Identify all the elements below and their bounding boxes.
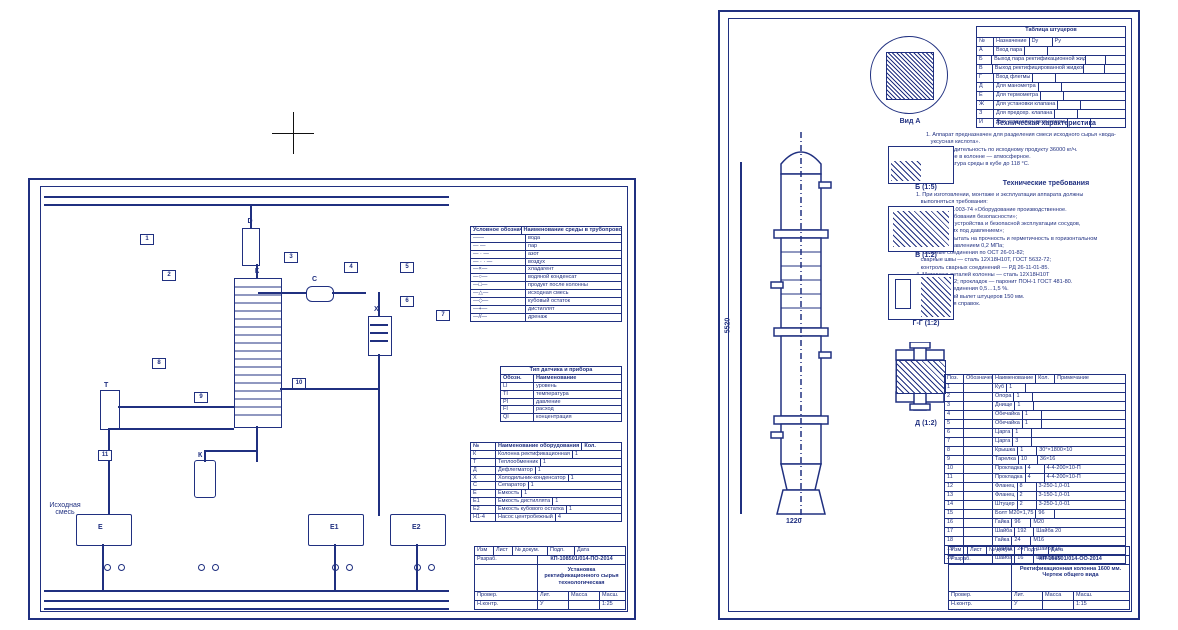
separator-c xyxy=(306,286,334,302)
e-tag: К xyxy=(198,452,202,459)
ports-table: Таблица штуцеров№НазначениеDуРуАВход пар… xyxy=(976,26,1126,128)
doc-number-b: КП-108501/014-ОО-2014 xyxy=(1012,556,1129,564)
doc-number-a: КП-108501/014-ПО-2014 xyxy=(538,556,625,564)
column-svg xyxy=(746,132,856,522)
column-elevation: 5520 1220 xyxy=(746,132,856,522)
detail-d xyxy=(888,274,954,320)
techreq-title: Технические требования xyxy=(966,180,1126,187)
dim-base: 1220 xyxy=(786,518,802,525)
loop-3: 3 xyxy=(284,252,298,263)
titleblock-b: Изм Лист № докум. Подп. Дата Разраб. КП-… xyxy=(948,546,1130,610)
e1-tag: Е1 xyxy=(330,524,339,531)
loop-8: 8 xyxy=(152,358,166,369)
titleblock-a: Изм Лист № докум. Подп. Дата Разраб. КП-… xyxy=(474,546,626,610)
viewport-cross xyxy=(272,112,314,154)
loop-9: 9 xyxy=(194,392,208,403)
loop-6: 6 xyxy=(400,296,414,307)
detail-b xyxy=(888,146,954,184)
pid-area: К D С Х Т К Е Е1 Е2 xyxy=(44,192,464,604)
dim-height: 5520 xyxy=(724,318,731,334)
loop-7: 7 xyxy=(436,310,450,321)
viewB-lbl: Б (1:5) xyxy=(896,184,956,191)
column-k xyxy=(234,278,282,428)
plan-view xyxy=(870,36,948,114)
viewD-lbl: Г-Г (1:2) xyxy=(896,320,956,327)
dephlegmator xyxy=(242,228,260,266)
lines-table: Условное обознач.Наименование среды в тр… xyxy=(470,226,622,322)
cooler-x xyxy=(368,316,392,356)
e2-tag: Е2 xyxy=(412,524,421,531)
loop-11: 11 xyxy=(98,450,112,461)
loop-2: 2 xyxy=(162,270,176,281)
title-b: Ректификационная колонна 1600 мм. Чертеж… xyxy=(1012,565,1129,591)
viewC-lbl: В (1:2) xyxy=(896,252,956,259)
ga-sheet: Таблица штуцеров№НазначениеDуРуАВход пар… xyxy=(718,10,1140,620)
bom-table: Поз.ОбозначениеНаименованиеКол.Примечани… xyxy=(944,374,1126,564)
detail-c xyxy=(888,206,954,252)
heater-t xyxy=(100,390,120,430)
feed-tag: Е xyxy=(98,524,103,531)
detail-e xyxy=(888,342,952,418)
reboiler-e xyxy=(194,460,216,498)
loop-1: 1 xyxy=(140,234,154,245)
techchar-text: 1. Аппарат предназначен для разделения с… xyxy=(926,132,1126,168)
equip-table: №Наименование оборудованияКол.ККолонна р… xyxy=(470,442,622,522)
title-a: Установка ректификационного сырья технол… xyxy=(538,565,625,591)
sensors-table: Тип датчика и прибораОбозн.НаименованиеL… xyxy=(500,366,622,422)
tank-feed xyxy=(76,514,132,546)
loop-10: 10 xyxy=(292,378,306,389)
loop-4: 4 xyxy=(344,262,358,273)
techchar-title: Техническая характеристика xyxy=(966,120,1126,127)
viewA-lbl: Вид А xyxy=(880,118,940,125)
pid-sheet: К D С Х Т К Е Е1 Е2 xyxy=(28,178,636,620)
loop-5: 5 xyxy=(400,262,414,273)
t-tag: Т xyxy=(104,382,108,389)
c-tag: С xyxy=(312,276,317,283)
feed-label: Исходная смесь xyxy=(40,502,90,516)
